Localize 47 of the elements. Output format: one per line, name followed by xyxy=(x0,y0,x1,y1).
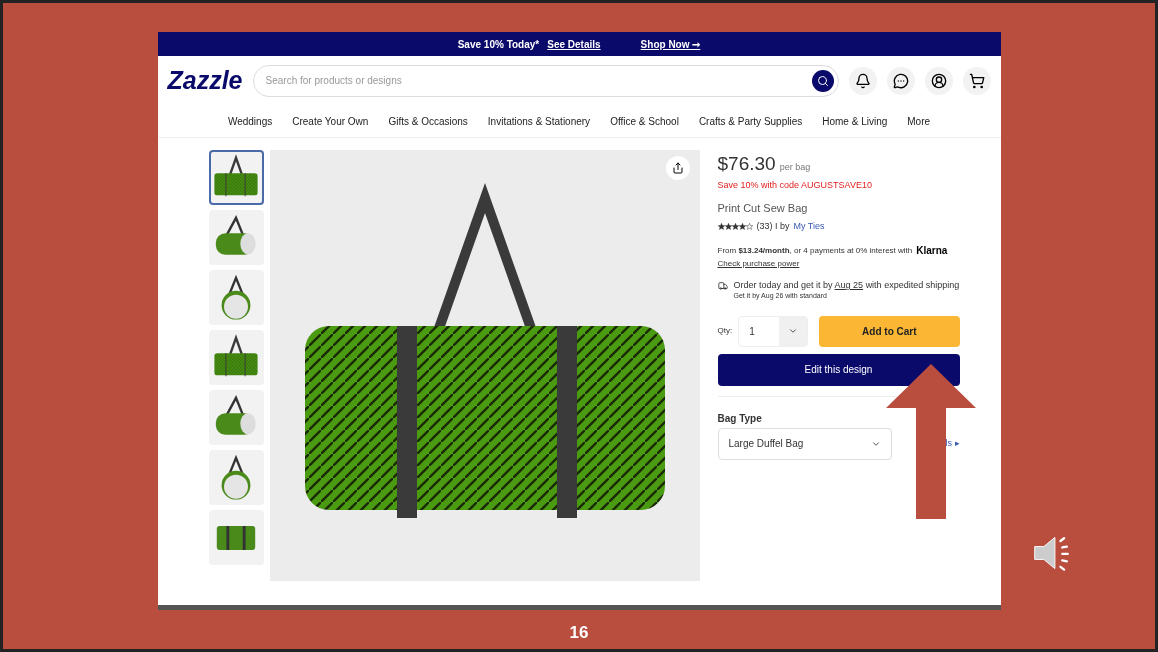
dropdown-caret-icon xyxy=(788,326,799,336)
cart-icon[interactable] xyxy=(962,66,991,95)
truck-icon xyxy=(717,281,728,291)
product-thumbnail[interactable] xyxy=(208,330,264,385)
nav-link[interactable]: Weddings xyxy=(227,113,273,129)
share-icon[interactable] xyxy=(665,156,690,180)
see-details-link[interactable]: See Details xyxy=(547,36,601,52)
slide-number: 16 xyxy=(569,622,589,644)
klarna-logo: Klarna xyxy=(916,244,948,258)
qty-select[interactable]: 1 xyxy=(738,315,809,347)
price: $76.30 xyxy=(717,152,776,176)
nav-link[interactable]: Office & School xyxy=(610,113,679,129)
bag-type-label: Bag Type xyxy=(717,411,763,426)
nav-link[interactable]: More xyxy=(907,113,931,129)
review-count: (33) I by xyxy=(756,219,790,233)
nav-link[interactable]: Crafts & Party Supplies xyxy=(698,113,803,129)
financing-text: From $13.24/month, or 4 payments at 0% interest with xyxy=(717,244,913,257)
promo-text: Save 10% Today* xyxy=(457,37,540,52)
account-icon[interactable] xyxy=(924,66,953,95)
shop-now-link[interactable]: Shop Now ➞ xyxy=(640,36,701,52)
qty-label: Qty: xyxy=(717,325,733,337)
check-purchase-power-link[interactable]: Check purchase power xyxy=(717,258,960,270)
product-thumbnail[interactable] xyxy=(208,270,264,325)
product-thumbnail[interactable] xyxy=(208,210,264,265)
details-link[interactable]: ls ▸ xyxy=(945,436,960,451)
nav-link[interactable]: Gifts & Occasions xyxy=(388,113,468,129)
delivery-date-link[interactable]: Aug 25 xyxy=(834,280,864,290)
delivery-text: Order today and get it by Aug 25 with expedited shipping xyxy=(733,280,960,291)
nav-link[interactable]: Invitations & Stationery xyxy=(487,113,591,129)
product-thumbnail[interactable] xyxy=(208,450,264,505)
edit-design-button[interactable]: Edit this design xyxy=(717,353,960,386)
price-unit: per bag xyxy=(779,161,811,174)
zazzle-logo[interactable]: Zazzle xyxy=(167,61,243,100)
product-thumbnail[interactable] xyxy=(208,150,264,205)
seller-link[interactable]: My Ties xyxy=(793,219,825,233)
nav-link[interactable]: Home & Living xyxy=(822,113,888,129)
product-thumbnail[interactable] xyxy=(208,510,264,565)
promo-code-text: Save 10% with code AUGUSTSAVE10 xyxy=(717,178,873,192)
chat-icon[interactable] xyxy=(886,66,915,95)
nav-link[interactable]: Create Your Own xyxy=(292,113,369,129)
add-to-cart-button[interactable]: Add to Cart xyxy=(819,315,960,347)
product-title: Print Cut Sew Bag xyxy=(717,201,809,216)
bag-type-select[interactable]: Large Duffel Bag xyxy=(717,427,892,460)
bell-icon[interactable] xyxy=(848,66,877,95)
search-icon[interactable] xyxy=(811,69,834,92)
product-thumbnail[interactable] xyxy=(208,390,264,445)
search-field[interactable]: Search for products or designs xyxy=(265,73,812,88)
